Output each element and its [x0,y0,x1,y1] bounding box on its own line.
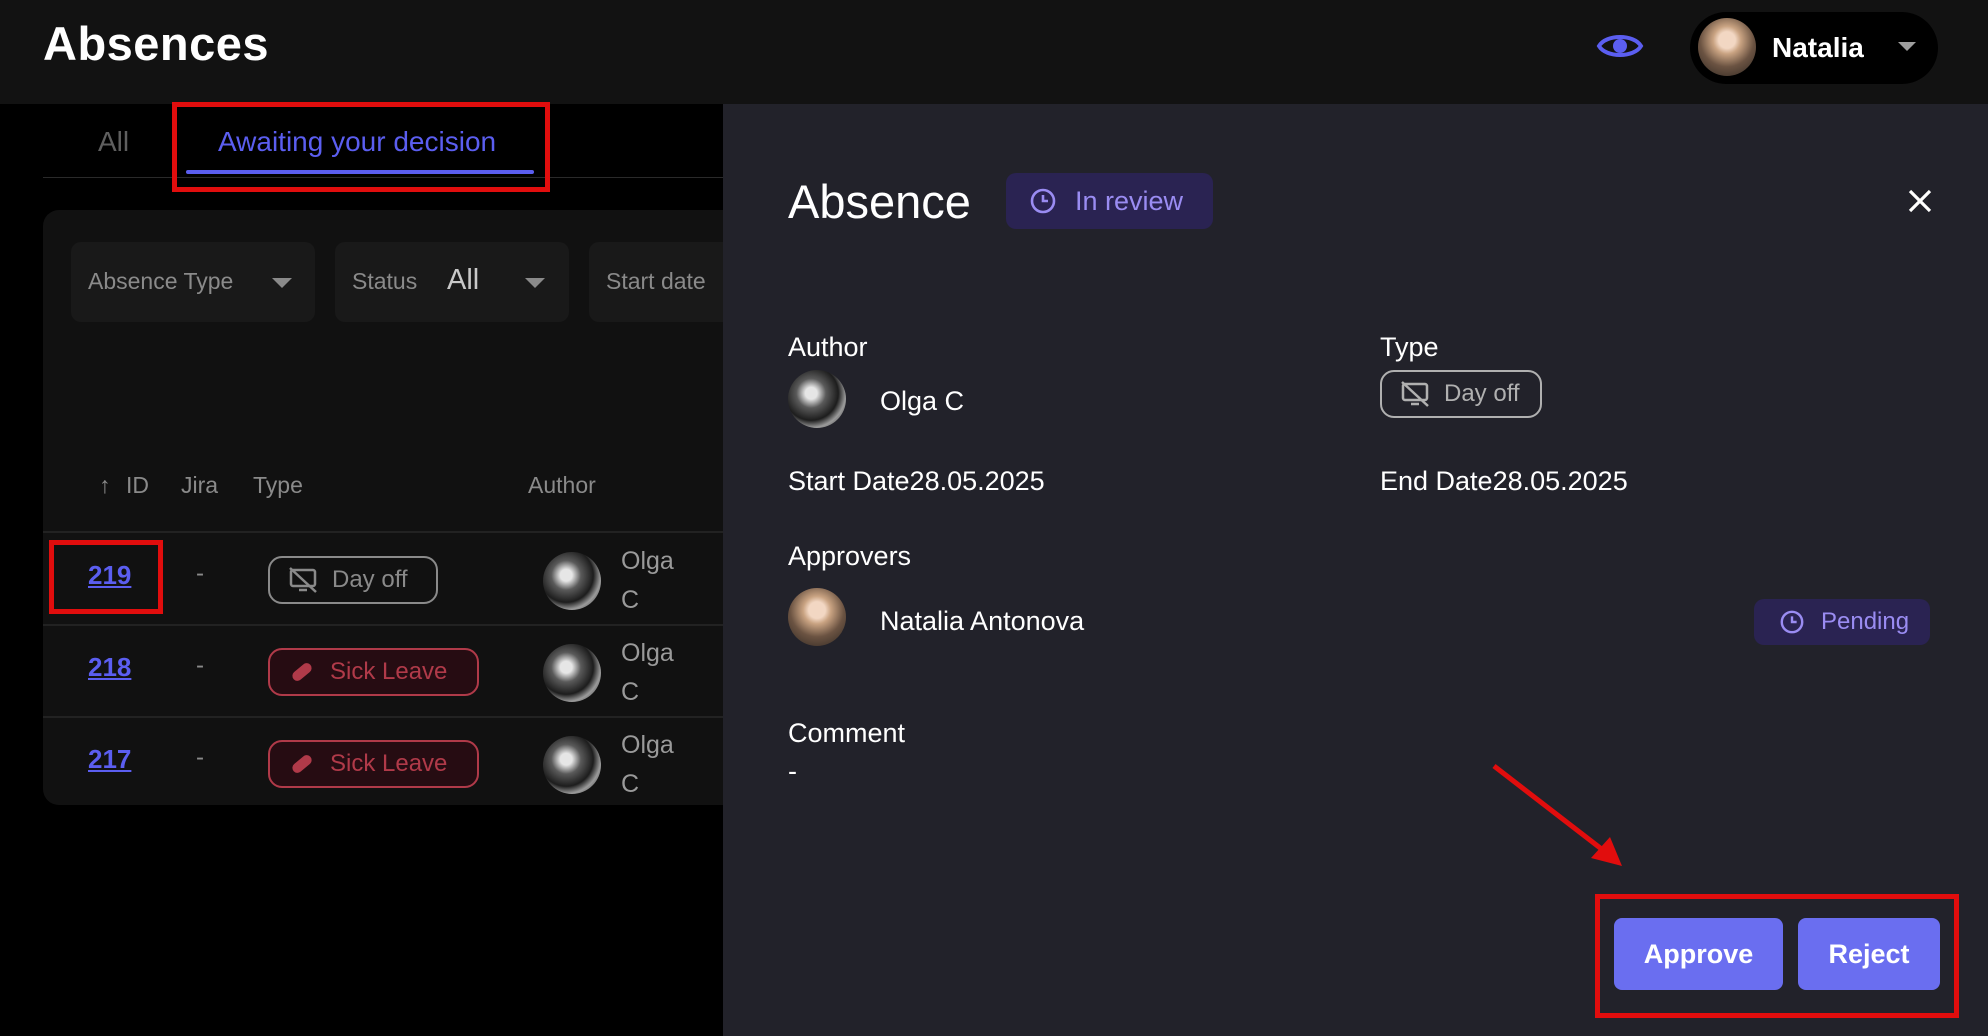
status-filter-label: Status [352,268,418,294]
author-label: Author [788,332,868,362]
clock-icon [1030,188,1056,214]
annotation-highlight-id [49,540,163,614]
approver-status-badge: Pending [1754,599,1930,645]
tab-all[interactable]: All [98,126,129,158]
type-chip-sick-leave: Sick Leave [268,740,479,788]
absence-id-link[interactable]: 217 [88,744,131,775]
app-header: Absences Natalia [0,0,1988,104]
start-date-filter[interactable]: Start date [589,242,743,322]
jira-cell: - [196,652,204,679]
absence-type-filter-label: Absence Type [88,268,234,294]
eye-icon[interactable] [1596,26,1644,66]
column-header-type[interactable]: Type [253,472,303,499]
absence-type-filter[interactable]: Absence Type [71,242,315,322]
table-row[interactable]: 218 - Sick Leave Olga C [43,626,743,718]
avatar [543,644,601,702]
pill-icon [292,755,312,773]
pill-icon [292,663,312,681]
start-date: Start Date28.05.2025 [788,466,1045,496]
status-filter-value: All [447,264,480,296]
column-header-jira[interactable]: Jira [181,472,218,499]
jira-cell: - [196,560,204,587]
chevron-down-icon [272,278,292,288]
annotation-highlight-tab [172,102,550,192]
annotation-arrow [1492,764,1622,866]
table-row[interactable]: 217 - Sick Leave Olga C [43,718,743,805]
avatar [788,588,846,646]
comment-value: - [788,756,797,786]
absences-table: Absence Type Status All Start date ↑ ID … [43,210,743,805]
type-chip-sick-leave: Sick Leave [268,648,479,696]
absence-detail-panel: Absence In review Author Olga C Type Day… [723,104,1988,1036]
close-icon[interactable] [1905,186,1935,216]
status-filter[interactable]: Status All [335,242,569,322]
type-chip-label: Sick Leave [330,658,448,685]
start-date-filter-label: Start date [606,268,706,294]
type-chip-label: Day off [332,566,408,593]
approvers-label: Approvers [788,541,912,571]
avatar [543,736,601,794]
author-name: Olga C [880,386,965,416]
avatar [543,552,601,610]
screen-off-icon [289,567,317,593]
sort-asc-icon[interactable]: ↑ [99,472,111,499]
screen-off-icon [1401,381,1429,407]
divider [43,531,743,533]
column-header-id[interactable]: ID [126,472,149,499]
type-chip-day-off: Day off [1380,370,1542,418]
chevron-down-icon [525,278,545,288]
absence-id-link[interactable]: 218 [88,652,131,683]
status-badge: In review [1006,173,1213,229]
avatar [788,370,846,428]
author-cell: Olga C [621,731,674,798]
type-chip-day-off: Day off [268,556,438,604]
author-cell: Olga C [621,547,674,614]
panel-title: Absence [788,175,971,228]
user-name: Natalia [1772,32,1864,63]
user-menu[interactable]: Natalia [1690,12,1938,84]
jira-cell: - [196,744,204,771]
column-header-author[interactable]: Author [528,472,596,499]
approver-status-text: Pending [1821,608,1910,635]
author-cell: Olga C [621,639,674,706]
comment-label: Comment [788,718,906,748]
avatar [1698,18,1756,76]
end-date: End Date28.05.2025 [1380,466,1628,496]
clock-icon [1780,610,1804,634]
type-label: Type [1380,332,1439,362]
annotation-highlight-actions [1595,894,1959,1018]
page-title: Absences [43,17,270,70]
approver-name: Natalia Antonova [880,606,1085,636]
type-chip-label: Day off [1444,380,1520,407]
chevron-down-icon [1898,42,1916,51]
type-chip-label: Sick Leave [330,750,448,777]
status-text: In review [1075,185,1184,216]
